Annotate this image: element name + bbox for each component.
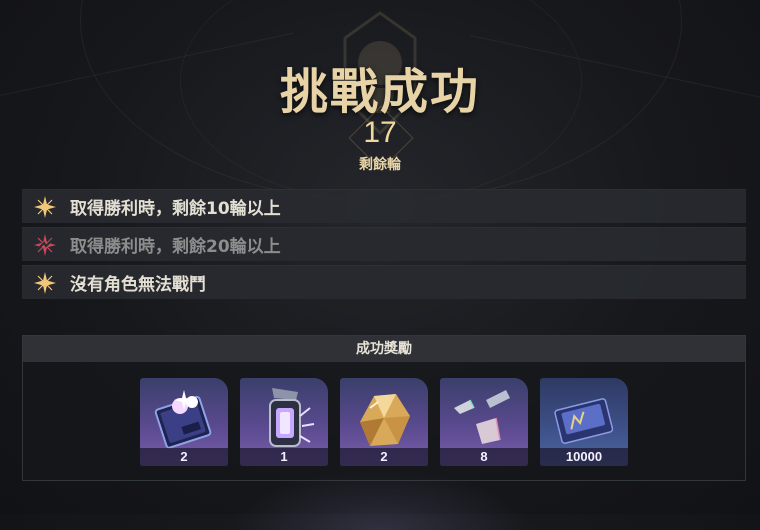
item-count: 10000 xyxy=(540,448,628,466)
item-count: 8 xyxy=(440,448,528,466)
reward-items: 2 1 2 8 10000 xyxy=(140,378,628,466)
item-count: 2 xyxy=(140,448,228,466)
condition-row: 沒有角色無法戰鬥 xyxy=(22,265,746,299)
bottom-glow xyxy=(230,470,530,530)
reward-header: 成功獎勵 xyxy=(23,336,745,362)
star-icon xyxy=(34,271,56,294)
condition-text: 取得勝利時，剩餘20輪以上 xyxy=(70,237,281,257)
reward-panel: 成功獎勵 2 1 2 8 10000 xyxy=(22,335,746,481)
condition-text: 沒有角色無法戰鬥 xyxy=(70,275,206,295)
reward-item[interactable]: 2 xyxy=(140,378,228,466)
item-count: 1 xyxy=(240,448,328,466)
reward-item[interactable]: 10000 xyxy=(540,378,628,466)
reward-item[interactable]: 8 xyxy=(440,378,528,466)
reward-item[interactable]: 2 xyxy=(340,378,428,466)
condition-row: 取得勝利時，剩餘10輪以上 xyxy=(22,189,746,223)
broken-star-icon xyxy=(34,233,56,256)
remaining-turns-label: 剩餘輪 xyxy=(359,157,401,173)
remaining-turns-value: 17 xyxy=(363,116,397,149)
star-icon xyxy=(34,195,56,218)
condition-text: 取得勝利時，剩餘10輪以上 xyxy=(70,199,281,219)
item-count: 2 xyxy=(340,448,428,466)
reward-item[interactable]: 1 xyxy=(240,378,328,466)
condition-row: 取得勝利時，剩餘20輪以上 xyxy=(22,227,746,261)
